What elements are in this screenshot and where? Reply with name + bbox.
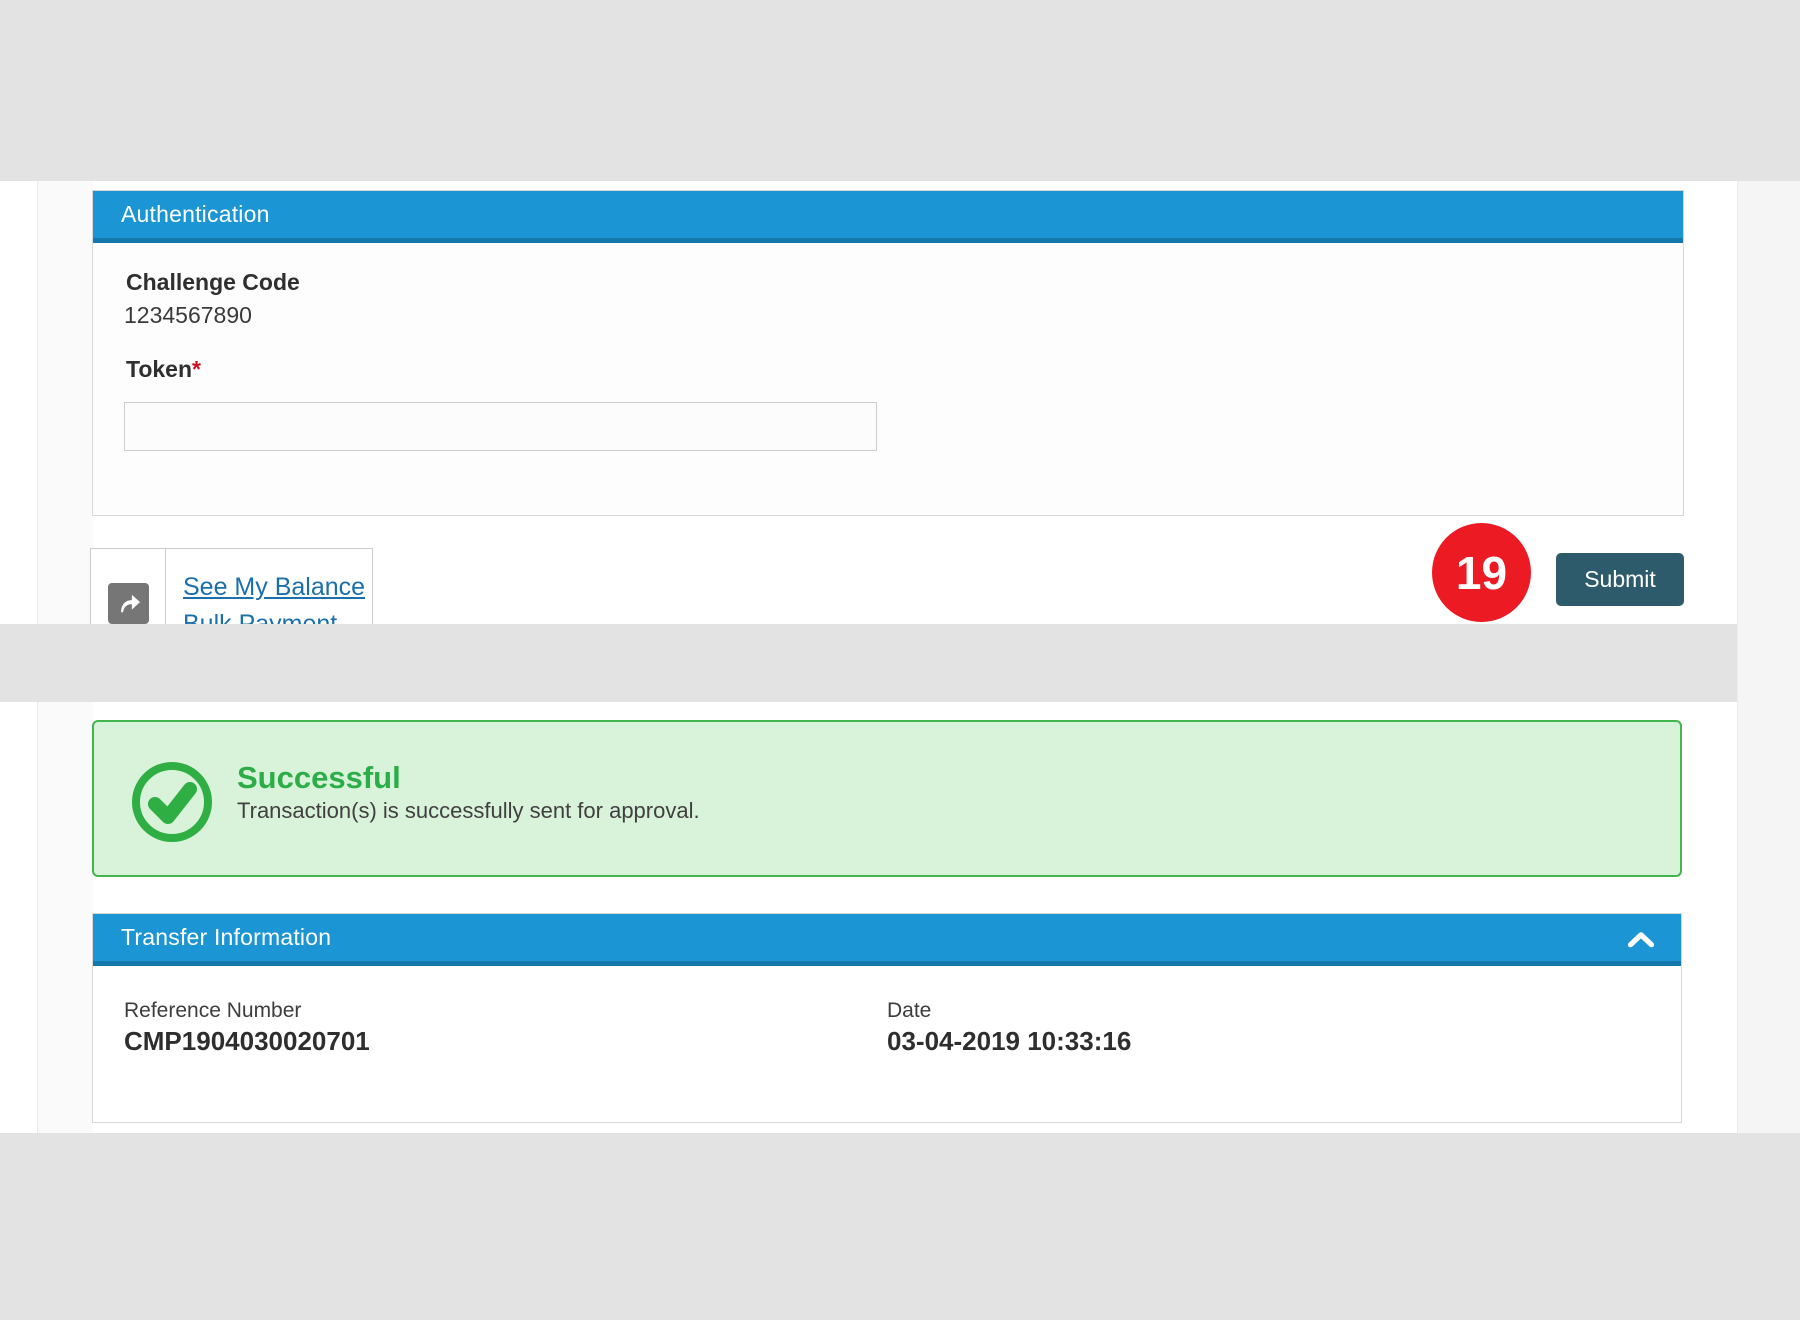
middle-gray-band <box>0 624 1800 702</box>
date-value: 03-04-2019 10:33:16 <box>887 1026 1131 1057</box>
token-label: Token* <box>126 356 201 383</box>
quick-links-box: See My Balance Bulk Payment <box>90 548 373 636</box>
authentication-panel: Authentication Challenge Code 1234567890… <box>92 190 1684 516</box>
success-message: Transaction(s) is successfully sent for … <box>237 798 700 824</box>
challenge-code-label: Challenge Code <box>126 269 300 296</box>
reference-number-label: Reference Number <box>124 999 301 1023</box>
chevron-up-icon[interactable] <box>1627 931 1655 948</box>
see-my-balance-link[interactable]: See My Balance <box>183 569 372 606</box>
reference-number-value: CMP1904030020701 <box>124 1026 370 1057</box>
page: Authentication Challenge Code 1234567890… <box>0 0 1800 1320</box>
token-input[interactable] <box>124 402 877 451</box>
share-arrow-icon <box>108 583 149 624</box>
challenge-code-value: 1234567890 <box>124 302 252 329</box>
step-annotation-badge: 19 <box>1432 523 1531 622</box>
top-gray-band <box>0 0 1800 181</box>
transfer-information-panel: Transfer Information Reference Number CM… <box>92 913 1682 1123</box>
authentication-panel-header: Authentication <box>93 191 1683 243</box>
transfer-information-header[interactable]: Transfer Information <box>93 914 1681 966</box>
success-alert: Successful Transaction(s) is successfull… <box>92 720 1682 877</box>
check-circle-icon <box>130 760 214 849</box>
date-label: Date <box>887 999 931 1023</box>
quick-links-list: See My Balance Bulk Payment <box>166 549 372 635</box>
bottom-gray-band <box>0 1133 1800 1320</box>
success-title: Successful <box>237 760 401 796</box>
submit-button[interactable]: Submit <box>1556 553 1684 606</box>
quick-links-icon-cell <box>91 549 166 635</box>
authentication-panel-title: Authentication <box>121 201 270 228</box>
required-asterisk: * <box>192 356 201 382</box>
transfer-information-title: Transfer Information <box>121 924 331 951</box>
right-page-edge <box>1737 181 1800 1133</box>
